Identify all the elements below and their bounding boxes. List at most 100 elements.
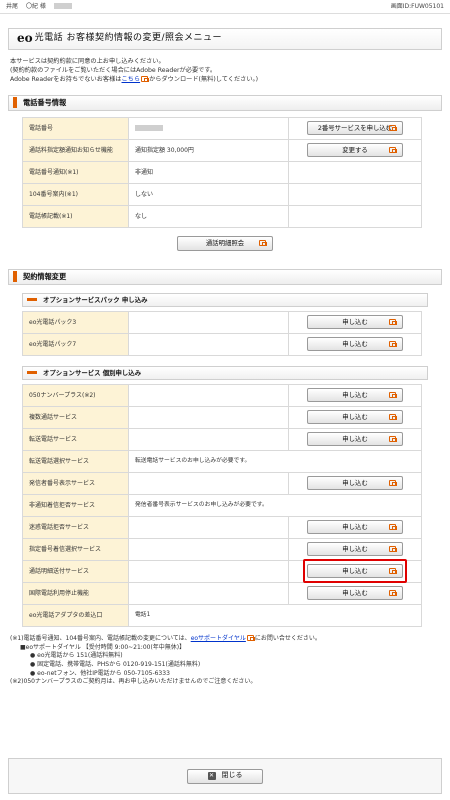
row-value: 電話1 xyxy=(128,603,422,627)
row-value: 非通知 xyxy=(128,160,289,184)
row-value: なし xyxy=(128,204,289,228)
table-row: eo光電話アダプタの差込口 電話1 xyxy=(22,603,422,627)
close-button[interactable]: ✕ 閉じる xyxy=(187,768,263,784)
note-1-pre: (※1)電話番号通知、104番号案内、電話帳記載の変更については、 xyxy=(10,634,191,642)
option-table: 050ナンバープラス(※2) 申し込む 複数通話サービス 申し込む 転送電話サー… xyxy=(22,383,422,627)
external-link-icon xyxy=(389,125,397,132)
subsection-dash-icon xyxy=(27,298,37,302)
row-label: 104番号案内(※1) xyxy=(22,182,129,206)
table-row: 104番号案内(※1) しない xyxy=(22,182,422,206)
change-limit-button[interactable]: 変更する xyxy=(307,143,403,158)
user-name-masked xyxy=(53,2,72,9)
row-action: 申し込む xyxy=(288,471,422,495)
row-note: 転送電話サービスのお申し込みが必要です。 xyxy=(128,449,422,473)
external-link-icon xyxy=(389,392,397,399)
pack-title: オプションサービスパック 申し込み xyxy=(43,295,148,304)
adobe-download-link[interactable]: こちら xyxy=(122,76,141,83)
phone-number-value xyxy=(128,116,289,140)
row-label: 非通知着信拒否サービス xyxy=(22,493,129,517)
intro-line-3: Adobe Readerをお持ちでないお客様はこちら からダウンロード(無料)して… xyxy=(10,75,440,85)
external-link-icon xyxy=(141,75,150,82)
external-link-icon xyxy=(389,414,397,421)
row-action: 申し込む xyxy=(288,427,422,451)
row-action: 変更する xyxy=(288,138,422,162)
intro-line-3-pre: Adobe Readerをお持ちでないお客様は xyxy=(10,75,122,83)
row-action: 2番号サービスを申し込む xyxy=(288,116,422,140)
user-name: 〇紀 様 xyxy=(26,2,46,10)
highlight-box xyxy=(303,559,407,584)
table-row: 国際電話利用停止機能 申し込む xyxy=(22,581,422,605)
apply-pack7-button[interactable]: 申し込む xyxy=(307,337,403,352)
row-label: 電話番号通知(※1) xyxy=(22,160,129,184)
note-3: ● eo光電話から 151(通話料無料) xyxy=(30,652,123,660)
row-value xyxy=(128,559,289,583)
row-label: 国際電話利用停止機能 xyxy=(22,581,129,605)
row-value xyxy=(128,581,289,605)
table-row: 非通知着信拒否サービス 発信者番号表示サービスのお申し込みが必要です。 xyxy=(22,493,422,517)
button-label: 2番号サービスを申し込む xyxy=(317,124,393,133)
row-action xyxy=(288,204,422,228)
apply-selective-call-accept-button[interactable]: 申し込む xyxy=(307,542,403,557)
apply-pack3-button[interactable]: 申し込む xyxy=(307,315,403,330)
subsection-dash-icon xyxy=(27,371,37,375)
screen-id: 画面ID:FUW05101 xyxy=(390,2,444,10)
support-dial-link[interactable]: eoサポートダイヤル xyxy=(191,635,246,642)
apply-050-number-plus-button[interactable]: 申し込む xyxy=(307,388,403,403)
table-row: eo光電話パック3 申し込む xyxy=(22,310,422,334)
row-value xyxy=(128,427,289,451)
external-link-icon xyxy=(389,436,397,443)
row-action: 申し込む xyxy=(288,537,422,561)
table-row: 電話帳記載(※1) なし xyxy=(22,204,422,228)
button-label: 申し込む xyxy=(342,340,368,349)
row-value xyxy=(128,405,289,429)
external-link-icon xyxy=(389,590,397,597)
row-label: eo光電話パック3 xyxy=(22,310,129,334)
apply-second-number-button[interactable]: 2番号サービスを申し込む xyxy=(307,121,403,136)
footer: ✕ 閉じる xyxy=(8,758,442,794)
apply-nuisance-call-block-button[interactable]: 申し込む xyxy=(307,520,403,535)
page-title: eo 光電話 お客様契約情報の変更/照会メニュー xyxy=(8,28,442,50)
external-link-icon xyxy=(259,239,267,246)
table-row: 転送電話サービス 申し込む xyxy=(22,427,422,451)
row-label: 迷惑電話拒否サービス xyxy=(22,515,129,539)
intro-line-2: (契約約款のファイルをご覧いただく場合にはAdobe Readerが必要です。 xyxy=(10,66,217,74)
table-row: 複数通話サービス 申し込む xyxy=(22,405,422,429)
user-surname: 井尾 xyxy=(6,2,19,10)
row-label: eo光電話アダプタの差込口 xyxy=(22,603,129,627)
row-label: 通話明細送付サービス xyxy=(22,559,129,583)
row-label: 発信者番号表示サービス xyxy=(22,471,129,495)
table-row: 迷惑電話拒否サービス 申し込む xyxy=(22,515,422,539)
external-link-icon xyxy=(389,524,397,531)
table-row: 電話番号通知(※1) 非通知 xyxy=(22,160,422,184)
note-4: ● 固定電話、携帯電話、PHSから 0120-919-151(通話料無料) xyxy=(30,661,201,669)
apply-multi-call-button[interactable]: 申し込む xyxy=(307,410,403,425)
row-action xyxy=(288,160,422,184)
button-label: 申し込む xyxy=(342,545,368,554)
pack-table: eo光電話パック3 申し込む eo光電話パック7 申し込む xyxy=(22,310,422,356)
section-bar-icon xyxy=(13,271,17,283)
row-value: しない xyxy=(128,182,289,206)
table-row: 050ナンバープラス(※2) 申し込む xyxy=(22,383,422,407)
row-label: 複数通話サービス xyxy=(22,405,129,429)
call-detail-button[interactable]: 通話明細照会 xyxy=(177,235,273,251)
apply-call-forwarding-button[interactable]: 申し込む xyxy=(307,432,403,447)
row-value xyxy=(128,383,289,407)
row-label: 電話番号 xyxy=(22,116,129,140)
note-1: (※1)電話番号通知、104番号案内、電話帳記載の変更については、eoサポートダ… xyxy=(10,635,450,644)
contract-section-header: 契約情報変更 xyxy=(8,268,442,285)
row-action: 申し込む xyxy=(288,310,422,334)
table-row: eo光電話パック7 申し込む xyxy=(22,332,422,356)
row-action: 申し込む xyxy=(288,405,422,429)
row-note-text: 発信者番号表示サービスのお申し込みが必要です。 xyxy=(135,501,268,508)
detail-button-row: 通話明細照会 xyxy=(0,235,450,251)
phone-number-masked xyxy=(135,125,163,132)
table-row: 通話料指定額通知お知らせ機能 通知指定額 30,000円 変更する xyxy=(22,138,422,162)
button-label: 申し込む xyxy=(342,479,368,488)
apply-international-call-stop-button[interactable]: 申し込む xyxy=(307,586,403,601)
apply-caller-id-button[interactable]: 申し込む xyxy=(307,476,403,491)
row-value: 通知指定額 30,000円 xyxy=(128,138,289,162)
external-link-icon xyxy=(389,341,397,348)
row-label: eo光電話パック7 xyxy=(22,332,129,356)
button-label: 申し込む xyxy=(342,318,368,327)
external-link-icon xyxy=(389,147,397,154)
